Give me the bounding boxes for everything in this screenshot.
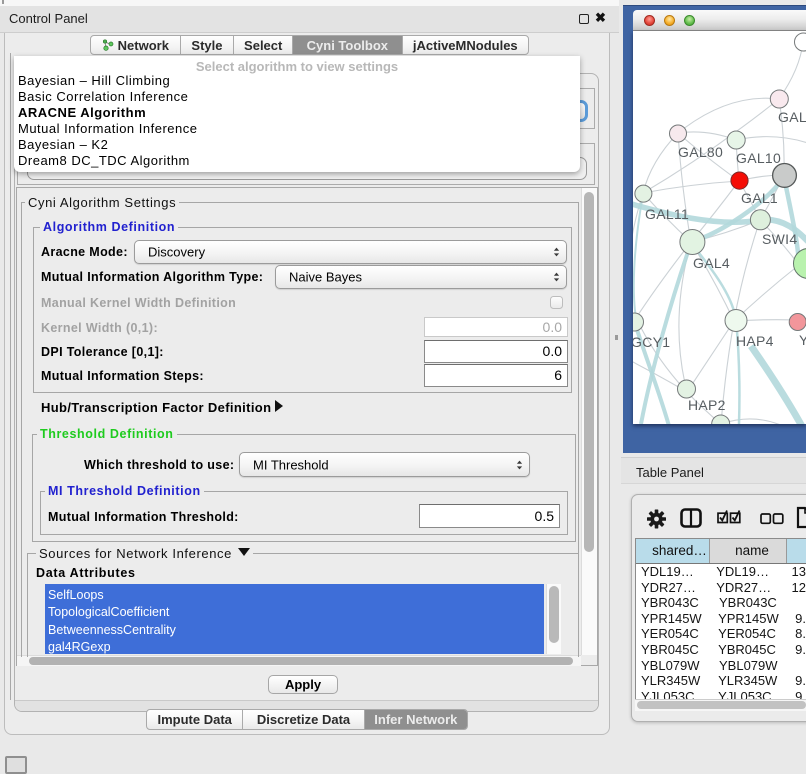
svg-text:GAL7: GAL7 xyxy=(778,109,806,125)
svg-text:Y: Y xyxy=(799,332,806,348)
svg-text:HAP2: HAP2 xyxy=(688,397,726,413)
svg-text:GAL4: GAL4 xyxy=(693,255,730,271)
svg-text:SWI4: SWI4 xyxy=(762,231,797,247)
svg-text:GAL11: GAL11 xyxy=(645,206,689,222)
svg-text:GAL10: GAL10 xyxy=(736,150,781,166)
svg-text:GAL80: GAL80 xyxy=(678,144,723,160)
svg-text:GAL1: GAL1 xyxy=(741,190,778,206)
svg-text:GCY1: GCY1 xyxy=(633,334,670,350)
svg-text:HAP4: HAP4 xyxy=(736,333,774,349)
